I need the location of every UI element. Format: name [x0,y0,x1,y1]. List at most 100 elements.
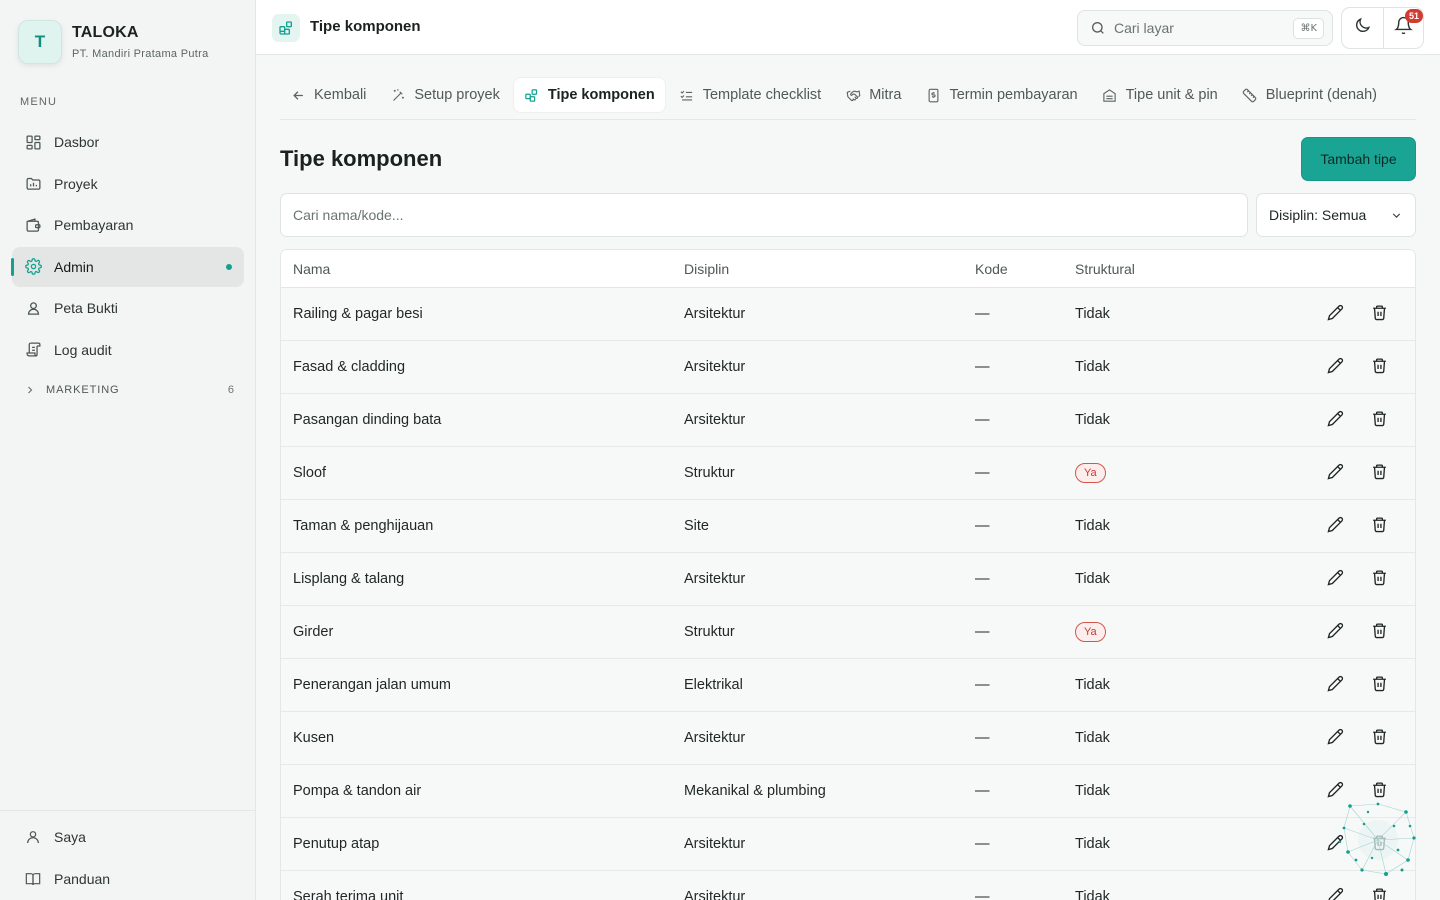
delete-button[interactable] [1365,406,1393,434]
delete-button[interactable] [1365,459,1393,487]
cell-code: — [975,571,990,587]
add-type-button[interactable]: Tambah tipe [1301,137,1416,181]
structural-value: Tidak [1075,677,1110,693]
chevron-right-icon [24,384,36,396]
edit-button[interactable] [1321,830,1349,858]
name-code-search-input[interactable]: Cari nama/kode... [280,193,1248,237]
trash-icon [1371,357,1388,378]
delete-button[interactable] [1365,671,1393,699]
tab-termin-pembayaran[interactable]: Termin pembayaran [915,78,1087,112]
cell-actions [1275,459,1415,487]
delete-button[interactable] [1365,777,1393,805]
table-row[interactable]: Penerangan jalan umum Elektrikal — Tidak [281,659,1415,712]
discipline-select[interactable]: Disiplin: Semua [1256,193,1416,237]
tab-label: Tipe komponen [547,87,655,103]
edit-button[interactable] [1321,777,1349,805]
table-header: Nama Disiplin Kode Struktural [281,250,1415,288]
structural-value: Tidak [1075,889,1110,900]
theme-toggle-button[interactable] [1342,8,1383,48]
table-row[interactable]: Fasad & cladding Arsitektur — Tidak [281,341,1415,394]
sidebar-item-dasbor[interactable]: Dasbor [12,122,244,162]
cell-code: — [975,412,990,428]
cell-discipline: Struktur [684,465,735,481]
sidebar-item-saya[interactable]: Saya [12,817,244,857]
sidebar-item-log-audit[interactable]: Log audit [12,330,244,370]
building-icon [1102,87,1118,103]
delete-button[interactable] [1365,512,1393,540]
trash-icon [1371,781,1388,802]
tab-blueprint[interactable]: Blueprint (denah) [1232,78,1387,112]
edit-button[interactable] [1321,565,1349,593]
scroll-icon [24,341,42,359]
sidebar-item-pembayaran[interactable]: Pembayaran [12,205,244,245]
tab-label: Template checklist [702,87,822,103]
trash-icon [1371,834,1388,855]
delete-button[interactable] [1365,618,1393,646]
topbar-title: Tipe komponen [310,18,421,35]
trash-icon [1371,304,1388,325]
column-header-disiplin[interactable]: Disiplin [684,261,975,277]
delete-button[interactable] [1365,883,1393,900]
structural-value: Tidak [1075,783,1110,799]
delete-button[interactable] [1365,565,1393,593]
sidebar-item-peta-bukti[interactable]: Peta Bukti [12,288,244,328]
notifications-button[interactable]: 51 [1382,8,1423,48]
cell-name: Girder [293,624,334,640]
brand[interactable]: T TALOKA PT. Mandiri Pratama Putra [18,20,209,64]
tab-template-checklist[interactable]: Template checklist [669,78,831,112]
delete-button[interactable] [1365,830,1393,858]
column-header-nama[interactable]: Nama [281,261,684,277]
tab-tipe-unit-pin[interactable]: Tipe unit & pin [1092,78,1228,112]
sidebar-item-panduan[interactable]: Panduan [12,859,244,899]
table-row[interactable]: Railing & pagar besi Arsitektur — Tidak [281,288,1415,341]
table-row[interactable]: Kusen Arsitektur — Tidak [281,712,1415,765]
cell-name: Kusen [293,730,335,746]
edit-button[interactable] [1321,300,1349,328]
table-row[interactable]: Sloof Struktur — Ya [281,447,1415,500]
table-row[interactable]: Penutup atap Arsitektur — Tidak [281,818,1415,871]
cell-name: Pompa & tandon air [293,783,422,799]
edit-button[interactable] [1321,724,1349,752]
table-row[interactable]: Pompa & tandon air Mekanikal & plumbing — T… [281,765,1415,818]
table-row[interactable]: Girder Struktur — Ya [281,606,1415,659]
edit-button[interactable] [1321,883,1349,900]
delete-button[interactable] [1365,353,1393,381]
page-title: Tipe komponen [280,146,443,171]
sidebar-item-admin[interactable]: Admin [11,246,244,287]
tab-mitra[interactable]: Mitra [835,78,911,112]
table-row[interactable]: Taman & penghijauan Site — Tidak [281,500,1415,553]
delete-button[interactable] [1365,724,1393,752]
cell-code: — [975,518,990,534]
edit-button[interactable] [1321,406,1349,434]
group-label: MARKETING [46,384,120,396]
tab-setup-proyek[interactable]: Setup proyek [380,78,509,112]
cell-name: Pasangan dinding bata [293,412,442,428]
table-row[interactable]: Serah terima unit Arsitektur — Tidak [281,871,1415,900]
sidebar: T TALOKA PT. Mandiri Pratama Putra MENU … [0,0,256,900]
tab-kembali[interactable]: Kembali [280,78,376,112]
table-row[interactable]: Lisplang & talang Arsitektur — Tidak [281,553,1415,606]
ruler-icon [1242,87,1258,103]
edit-button[interactable] [1321,459,1349,487]
structural-value: Tidak [1075,730,1110,746]
book-icon [24,870,42,888]
screen-search-input[interactable]: Cari layar ⌘K [1077,10,1333,46]
edit-button[interactable] [1321,671,1349,699]
edit-button[interactable] [1321,353,1349,381]
table-row[interactable]: Pasangan dinding bata Arsitektur — Tidak [281,394,1415,447]
trash-icon [1371,887,1388,900]
cell-discipline: Arsitektur [684,836,746,852]
edit-button[interactable] [1321,512,1349,540]
tab-tipe-komponen[interactable]: Tipe komponen [513,78,665,112]
tab-label: Blueprint (denah) [1265,87,1377,103]
cell-structural: Tidak [1075,783,1275,799]
tab-label: Mitra [869,87,902,103]
table-body: Railing & pagar besi Arsitektur — Tidak Fasa… [281,288,1415,900]
edit-button[interactable] [1321,618,1349,646]
column-header-kode[interactable]: Kode [975,261,1075,277]
sidebar-group-marketing[interactable]: MARKETING 6 [24,384,234,396]
column-header-struktural[interactable]: Struktural [1075,261,1275,277]
structural-badge: Ya [1075,463,1106,483]
delete-button[interactable] [1365,300,1393,328]
sidebar-item-proyek[interactable]: Proyek [12,164,244,204]
